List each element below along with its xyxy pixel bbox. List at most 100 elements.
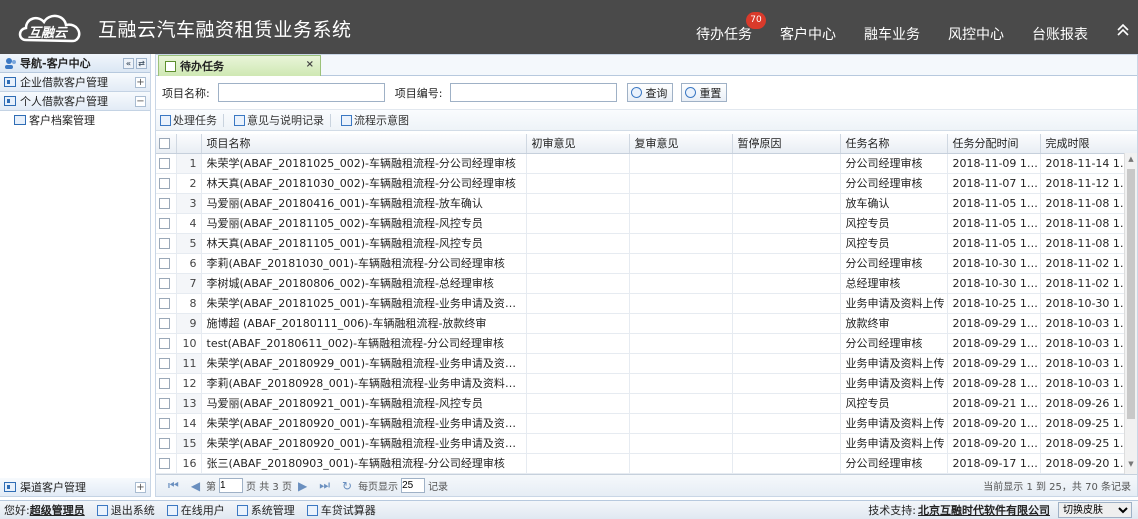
tab-todo[interactable]: 待办任务 × [158,55,321,76]
nav-item-customer-archive[interactable]: 客户档案管理 [0,111,150,128]
col-header-deadline[interactable]: 完成时限 [1040,134,1137,154]
row-checkbox[interactable] [156,273,177,294]
query-button[interactable]: 查询 [627,83,674,102]
loan-calculator-button[interactable]: 车贷试算器 [306,502,376,518]
reset-button-label: 重置 [699,86,722,100]
scrollbar-thumb[interactable] [1127,169,1135,419]
table-row[interactable]: 6 李莉(ABAF_20181030_001)-车辆融租流程-分公司经理审核 分公司… [156,253,1137,274]
nav-item-customer-archive-label: 客户档案管理 [29,113,95,127]
row-checkbox[interactable] [156,153,177,174]
expand-icon[interactable]: + [135,481,146,493]
first-page-icon[interactable]: ⏮ [168,478,179,493]
select-all-checkbox[interactable] [156,134,177,154]
col-header-project-name[interactable]: 项目名称 [201,134,527,154]
table-row[interactable]: 11 朱荣学(ABAF_20180929_001)-车辆融租流程-业务申请及资料上… [156,353,1137,374]
row-checkbox[interactable] [156,353,177,374]
nav-section-personal[interactable]: 个人借款客户管理 − [0,92,150,111]
logout-button[interactable]: 退出系统 [96,502,155,518]
row-checkbox[interactable] [156,413,177,434]
tab-todo-label: 待办任务 [180,60,224,73]
row-checkbox[interactable] [156,173,177,194]
scroll-down-icon[interactable]: ▼ [1125,460,1137,472]
project-name-input[interactable] [217,83,385,102]
project-name-cell: 马爱丽(ABAF_20180921_001)-车辆融租流程-风控专员 [201,393,527,414]
nav-section-personal-label: 个人借款客户管理 [20,95,108,108]
table-row[interactable]: 8 朱荣学(ABAF_20181025_001)-车辆融租流程-业务申请及资料上传… [156,293,1137,314]
next-page-icon[interactable]: ▶ [298,479,307,493]
row-number: 7 [176,273,202,294]
opinion-record-button[interactable]: 意见与说明记录 [234,112,331,128]
nav-customer-center[interactable]: 客户中心 [780,24,836,54]
system-management-button[interactable]: 系统管理 [236,502,295,518]
deadline-cell: 2018-11-12 17:5... [1040,173,1137,194]
nav-ledger-reports[interactable]: 台账报表 [1032,24,1088,54]
double-chevron-up-icon[interactable] [1116,22,1130,36]
second-review-cell [629,433,733,454]
row-checkbox[interactable] [156,213,177,234]
table-row[interactable]: 9 施博超 (ABAF_20180111_006)-车辆融租流程-放款终审 放款终审… [156,313,1137,334]
refresh-grid-icon[interactable]: ↻ [342,479,352,493]
row-checkbox[interactable] [156,333,177,354]
nav-todo[interactable]: 待办任务 70 [696,12,766,54]
row-checkbox[interactable] [156,233,177,254]
expand-icon[interactable]: + [135,76,146,88]
col-header-pause-reason[interactable]: 暂停原因 [732,134,841,154]
table-row[interactable]: 7 李树城(ABAF_20180806_002)-车辆融租流程-总经理审核 总经理审… [156,273,1137,294]
table-row[interactable]: 16 张三(ABAF_20180903_001)-车辆融租流程-分公司经理审核 分公… [156,453,1137,474]
first-review-cell [526,173,630,194]
skin-select[interactable]: 切换皮肤 [1058,502,1132,518]
col-header-task-name[interactable]: 任务名称 [840,134,948,154]
nav-car-finance[interactable]: 融车业务 [864,24,920,54]
flow-chart-button[interactable]: 流程示意图 [341,112,409,128]
online-users-button[interactable]: 在线用户 [166,502,225,518]
table-row[interactable]: 10 test(ABAF_20180611_002)-车辆融租流程-分公司经理审核… [156,333,1137,354]
first-review-cell [526,433,630,454]
nav-section-enterprise[interactable]: 企业借款客户管理 + [0,73,150,92]
row-checkbox[interactable] [156,373,177,394]
current-user-link[interactable]: 超级管理员 [30,502,85,518]
row-checkbox[interactable] [156,293,177,314]
refresh-icon[interactable]: ⇄ [136,57,147,69]
collapse-left-icon[interactable]: « [123,57,134,69]
table-row[interactable]: 5 林天真(ABAF_20181105_001)-车辆融租流程-风控专员 风控专员 2… [156,233,1137,254]
row-checkbox[interactable] [156,433,177,454]
col-header-second-review[interactable]: 复审意见 [629,134,733,154]
table-row[interactable]: 12 李莉(ABAF_20180928_001)-车辆融租流程-业务申请及资料上传… [156,373,1137,394]
process-task-button[interactable]: 处理任务 [160,112,224,128]
table-row[interactable]: 3 马爱丽(ABAF_20180416_001)-车辆融租流程-放车确认 放车确认 2… [156,193,1137,214]
col-header-assign-time[interactable]: 任务分配时间 [947,134,1041,154]
table-row[interactable]: 14 朱荣学(ABAF_20180920_001)-车辆融租流程-业务申请及资料上… [156,413,1137,434]
row-checkbox[interactable] [156,393,177,414]
second-review-cell [629,413,733,434]
nav-todo-label: 待办任务 [696,27,752,43]
query-button-label: 查询 [645,86,668,100]
scroll-up-icon[interactable]: ▲ [1125,155,1137,167]
close-icon[interactable]: × [306,59,314,70]
project-name-cell: 马爱丽(ABAF_20181105_002)-车辆融租流程-风控专员 [201,213,527,234]
nav-section-channel[interactable]: 渠道客户管理 + [0,478,150,497]
grid-scrollbar[interactable]: ▲ ▼ [1124,153,1137,474]
table-row[interactable]: 4 马爱丽(ABAF_20181105_002)-车辆融租流程-风控专员 风控专员 2… [156,213,1137,234]
prev-page-icon[interactable]: ◀ [191,479,200,493]
nav-risk-center[interactable]: 风控中心 [948,24,1004,54]
company-link[interactable]: 北京互融时代软件有限公司 [918,502,1050,518]
project-code-input[interactable] [450,83,618,102]
pause-reason-cell [732,393,841,414]
row-checkbox[interactable] [156,453,177,474]
collapse-icon[interactable]: − [135,95,146,107]
page-number-input[interactable] [219,478,244,493]
pause-reason-cell [732,193,841,214]
table-row[interactable]: 1 朱荣学(ABAF_20181025_002)-车辆融租流程-分公司经理审核 分公… [156,153,1137,174]
table-row[interactable]: 2 林天真(ABAF_20181030_002)-车辆融租流程-分公司经理审核 分公… [156,173,1137,194]
row-checkbox[interactable] [156,313,177,334]
table-row[interactable]: 15 朱荣学(ABAF_20180920_001)-车辆融租流程-业务申请及资料上… [156,433,1137,454]
row-checkbox[interactable] [156,193,177,214]
reset-button[interactable]: 重置 [681,83,728,102]
task-name-cell: 分公司经理审核 [840,173,948,194]
per-page-input[interactable] [401,478,426,493]
last-page-icon[interactable]: ⏭ [319,478,330,493]
row-checkbox[interactable] [156,253,177,274]
table-row[interactable]: 13 马爱丽(ABAF_20180921_001)-车辆融租流程-风控专员 风控专员… [156,393,1137,414]
col-header-first-review[interactable]: 初审意见 [526,134,630,154]
users-icon [5,57,16,69]
